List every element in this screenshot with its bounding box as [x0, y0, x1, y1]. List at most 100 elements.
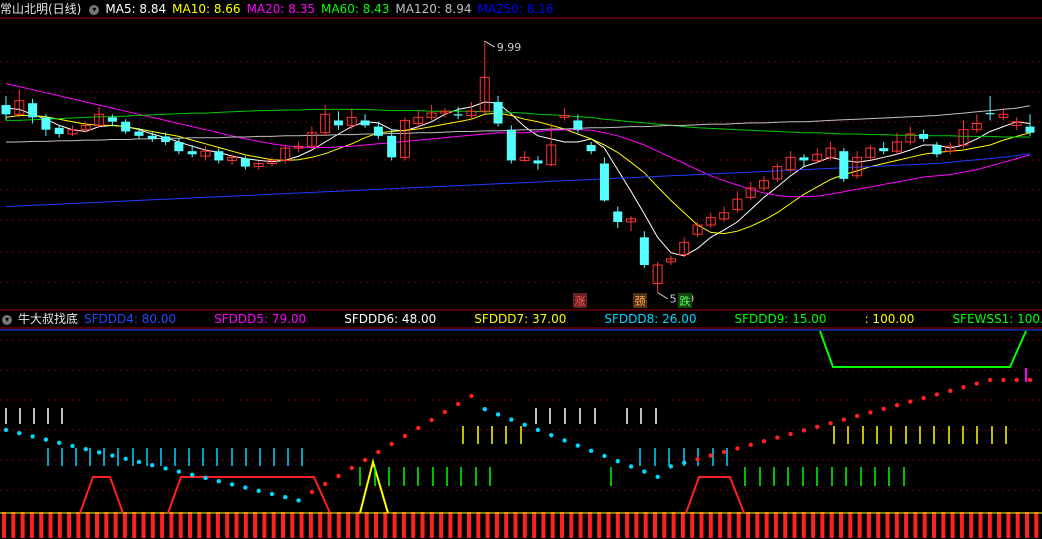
base-bar — [606, 512, 611, 538]
signal-dot — [243, 485, 248, 490]
base-bar — [457, 512, 462, 538]
settings-icon[interactable]: ▾ — [2, 314, 12, 325]
signal-dot — [482, 407, 487, 412]
signal-dot — [549, 433, 554, 438]
base-bar — [178, 512, 183, 538]
high-label: 9.99 — [497, 41, 522, 54]
signal-dot — [788, 431, 793, 437]
base-bar — [485, 512, 490, 538]
main-ind-3: MA60: 8.43 — [321, 2, 390, 16]
candle-body — [453, 114, 463, 116]
base-bar — [401, 512, 406, 538]
signal-dot — [894, 403, 900, 408]
low-pointer — [657, 292, 668, 300]
signal-trapezoid — [167, 476, 331, 514]
candle-body — [174, 141, 184, 152]
signal-dot — [83, 447, 88, 452]
base-bar — [48, 512, 53, 538]
base-bar — [978, 512, 983, 538]
base-bar — [569, 512, 574, 538]
signal-dot — [642, 469, 647, 474]
base-bar — [188, 512, 192, 538]
signal-dot — [256, 488, 261, 493]
base-bar — [169, 512, 174, 538]
signal-dot — [881, 406, 886, 411]
base-bar — [625, 512, 630, 538]
signal-dot — [628, 464, 634, 469]
base-bar — [959, 512, 964, 538]
candle-body — [613, 211, 623, 222]
candle-body — [1, 105, 11, 115]
base-bar — [969, 512, 974, 538]
candle-body — [134, 131, 144, 136]
signal-dot — [588, 448, 594, 453]
candle-body — [493, 101, 503, 124]
base-bar — [913, 512, 918, 538]
base-bar — [150, 512, 155, 538]
base-bar — [383, 512, 388, 538]
base-bar — [718, 512, 723, 538]
base-bar — [708, 512, 713, 538]
signal-dot — [216, 479, 221, 484]
base-bar — [494, 512, 499, 538]
base-bar — [820, 512, 825, 538]
signal-dot — [189, 472, 195, 477]
sub-ind-5: SFDDD9: 15.00 — [734, 312, 827, 326]
base-bar — [597, 512, 602, 538]
sub-ind-0: SFDDD4: 80.00 — [84, 312, 177, 326]
signal-dot — [163, 466, 168, 471]
base-bar — [578, 512, 583, 538]
base-bar — [727, 512, 732, 538]
signal-dot — [655, 474, 660, 479]
tag-label: 颈 — [635, 295, 646, 308]
base-bar — [262, 512, 267, 538]
candle-body — [161, 136, 171, 142]
base-bar — [206, 512, 211, 538]
base-bar — [243, 512, 248, 538]
base-bar — [1034, 512, 1039, 538]
base-bar — [587, 512, 592, 538]
base-bar — [690, 512, 695, 538]
base-bar — [680, 512, 685, 538]
signal-dot — [269, 491, 275, 497]
base-bar — [755, 512, 760, 538]
signal-dot — [96, 450, 102, 455]
candle-body — [932, 145, 942, 155]
base-bar — [290, 512, 295, 538]
signal-dot — [721, 449, 727, 455]
signal-dot — [522, 422, 527, 427]
base-bar — [643, 512, 648, 538]
base-bar — [671, 512, 676, 538]
settings-icon[interactable]: ▾ — [89, 4, 100, 15]
signal-triangle — [359, 458, 389, 514]
base-bar — [113, 512, 118, 538]
base-bar — [104, 512, 109, 538]
base-bar — [122, 512, 127, 538]
base-bar — [764, 512, 769, 538]
signal-dot — [3, 427, 9, 433]
base-bar — [829, 512, 834, 538]
candle-body — [240, 158, 250, 167]
base-bar — [234, 512, 239, 538]
base-bar — [801, 512, 806, 538]
base-bar — [941, 512, 946, 538]
base-bar — [2, 512, 6, 538]
candle-body — [360, 120, 370, 126]
candle-body — [506, 129, 516, 161]
signal-dot — [442, 409, 448, 415]
candle-body — [373, 126, 383, 136]
signal-dot — [43, 437, 49, 442]
base-bar — [215, 512, 220, 538]
base-bar — [420, 512, 425, 538]
candle-body — [214, 151, 224, 161]
candle-body — [879, 148, 889, 152]
base-bar — [792, 512, 797, 538]
tag-label: 涨 — [575, 295, 586, 308]
candle-body — [1025, 126, 1035, 133]
base-bar — [327, 512, 332, 538]
base-bar — [783, 512, 788, 538]
sub-ind-4: SFDDD8: 26.00 — [604, 312, 697, 326]
candle-body — [985, 113, 995, 115]
signal-trapezoid — [79, 476, 124, 514]
base-bar — [550, 512, 555, 538]
